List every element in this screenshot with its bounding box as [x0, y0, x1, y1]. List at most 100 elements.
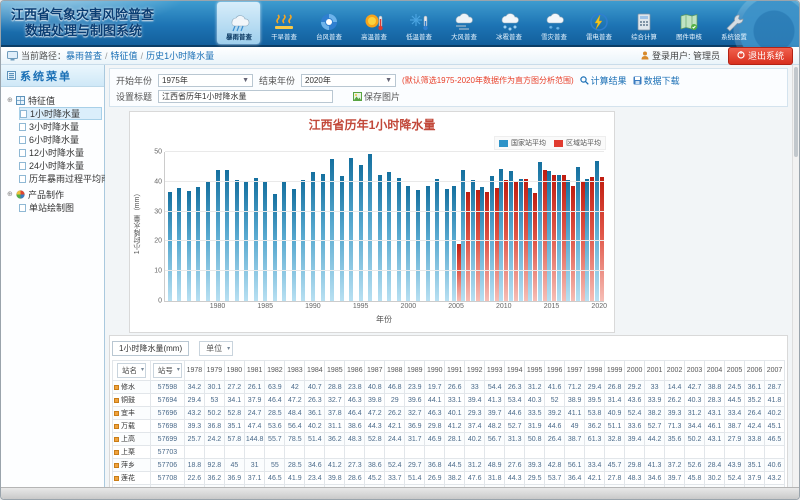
- national-bar-2014[interactable]: [538, 162, 542, 301]
- regional-bar-2020[interactable]: [600, 177, 604, 301]
- data-download-button[interactable]: 数据下载: [633, 74, 680, 87]
- national-bar-1987[interactable]: [282, 182, 286, 301]
- national-bar-1978[interactable]: [196, 187, 200, 301]
- table-row[interactable]: 铜鼓5769429.45334.137.946.447.226.332.746.…: [113, 394, 785, 407]
- national-bar-1996[interactable]: [368, 154, 372, 302]
- logout-button[interactable]: 退出系统: [728, 47, 793, 65]
- national-bar-1988[interactable]: [292, 189, 296, 301]
- nav-rainstorm[interactable]: 暴雨普查: [217, 2, 260, 44]
- national-bar-1998[interactable]: [387, 172, 391, 301]
- chart-title-input[interactable]: 江西省历年1小时降水量: [158, 90, 333, 103]
- table-row[interactable]: 莲花5770822.636.236.937.146.541.923.439.82…: [113, 472, 785, 485]
- tree-item-6小时降水量[interactable]: 6小时降水量: [19, 133, 102, 146]
- tree-item-24小时降水量[interactable]: 24小时降水量: [19, 159, 102, 172]
- national-bar-1979[interactable]: [206, 182, 210, 301]
- national-bar-2005[interactable]: [452, 186, 456, 301]
- tree-expander[interactable]: ⊕: [7, 96, 13, 104]
- tree-expander[interactable]: ⊕: [7, 190, 13, 198]
- value-cell: [285, 446, 305, 459]
- nav-gale[interactable]: 大风普查: [442, 2, 485, 44]
- value-cell: 26.2: [665, 394, 685, 407]
- tree-item-单站绘制图[interactable]: 单站绘制图: [19, 201, 102, 214]
- value-cell: 25.7: [184, 433, 204, 446]
- value-cell: 53: [204, 394, 224, 407]
- table-row[interactable]: 宜丰5769643.250.252.824.728.548.436.137.84…: [113, 407, 785, 420]
- tree-item-历年暴雨过程平均雨量[interactable]: 历年暴雨过程平均雨量: [19, 172, 102, 185]
- x-tick-label: 2015: [544, 303, 560, 310]
- station-name-filter[interactable]: 站名: [117, 363, 146, 378]
- national-bar-2010[interactable]: [499, 169, 503, 301]
- nav-hightemp[interactable]: 高温普查: [352, 2, 395, 44]
- unit-filter-select[interactable]: 单位: [199, 341, 233, 356]
- national-bar-2011[interactable]: [509, 171, 513, 301]
- year-column-header: 1985: [325, 361, 345, 381]
- national-bar-1975[interactable]: [168, 192, 172, 301]
- value-cell: 50.8: [525, 433, 545, 446]
- national-bar-2020[interactable]: [595, 161, 599, 301]
- table-row[interactable]: 宜春5776223.928.528.540.521.446.832.944.13…: [113, 485, 785, 488]
- tree-node-0[interactable]: ⊕特征值: [7, 93, 102, 107]
- tree-item-3小时降水量[interactable]: 3小时降水量: [19, 120, 102, 133]
- tree-item-1小时降水量[interactable]: 1小时降水量: [19, 107, 102, 120]
- national-bar-2002[interactable]: [426, 186, 430, 301]
- national-bar-1993[interactable]: [340, 176, 344, 301]
- national-bar-2000[interactable]: [406, 186, 410, 301]
- table-row[interactable]: 萍乡5770618.892.845315528.534.641.227.338.…: [113, 459, 785, 472]
- value-cell: 31.2: [685, 407, 705, 420]
- value-cell: 44.6: [505, 407, 525, 420]
- national-bar-1990[interactable]: [311, 172, 315, 301]
- national-bar-2006[interactable]: [461, 170, 465, 301]
- national-bar-1977[interactable]: [187, 191, 191, 301]
- nav-lowtemp[interactable]: 低温普查: [397, 2, 440, 44]
- national-bar-2009[interactable]: [490, 176, 494, 301]
- national-bar-2004[interactable]: [445, 189, 449, 301]
- national-bar-1981[interactable]: [225, 170, 229, 301]
- national-bar-1995[interactable]: [359, 165, 363, 301]
- start-year-select[interactable]: 1975年▼: [158, 74, 253, 87]
- national-bar-2008[interactable]: [480, 187, 484, 301]
- end-year-select[interactable]: 2020年▼: [301, 74, 396, 87]
- national-bar-2016[interactable]: [557, 175, 561, 301]
- table-row[interactable]: 修水5759834.230.127.226.163.94240.728.823.…: [113, 381, 785, 394]
- table-row[interactable]: 万载5769839.336.835.147.453.656.440.231.13…: [113, 420, 785, 433]
- national-bar-1985[interactable]: [263, 182, 267, 301]
- bar-group-2017: [566, 152, 576, 301]
- nav-hail[interactable]: 冰雹普查: [487, 2, 530, 44]
- bar-group-2014: [537, 152, 547, 301]
- scrollbar-thumb[interactable]: [794, 67, 798, 157]
- breadcrumb-link[interactable]: 历史1小时降水量: [146, 51, 214, 61]
- breadcrumb-link[interactable]: 暴雨普查: [66, 51, 102, 61]
- national-bar-2001[interactable]: [416, 190, 420, 301]
- table-row[interactable]: 上栗57703: [113, 446, 785, 459]
- breadcrumb-link[interactable]: 特征值: [111, 51, 138, 61]
- year-column-header: 1981: [244, 361, 265, 381]
- tree-item-12小时降水量[interactable]: 12小时降水量: [19, 146, 102, 159]
- national-bar-1980[interactable]: [216, 170, 220, 301]
- station-id-filter[interactable]: 站号: [153, 363, 182, 378]
- national-bar-1976[interactable]: [177, 188, 181, 301]
- nav-drought[interactable]: 干旱普查: [262, 2, 305, 44]
- value-cell: 38.9: [565, 394, 585, 407]
- tree-node-1[interactable]: ⊕产品制作: [7, 187, 102, 201]
- nav-snow[interactable]: 雪灾普查: [532, 2, 575, 44]
- calc-result-button[interactable]: 计算结果: [580, 74, 627, 87]
- table-row[interactable]: 上高5769925.724.257.8144.855.778.551.436.2…: [113, 433, 785, 446]
- value-cell: 28.6: [345, 472, 365, 485]
- nav-settings[interactable]: 系统设置: [712, 2, 755, 44]
- national-bar-2015[interactable]: [547, 171, 551, 301]
- breadcrumb[interactable]: 暴雨普查/特征值/历史1小时降水量: [66, 49, 214, 62]
- table-metric-tag[interactable]: 1小时降水量(mm): [112, 341, 189, 356]
- nav-typhoon[interactable]: 台风普查: [307, 2, 350, 44]
- value-cell: 23.8: [345, 381, 365, 394]
- nav-mapaudit[interactable]: 图件审核: [667, 2, 710, 44]
- save-image-button[interactable]: 保存图片: [353, 90, 400, 103]
- national-bar-2013[interactable]: [528, 188, 532, 301]
- national-bar-1991[interactable]: [321, 174, 325, 301]
- national-bar-1994[interactable]: [349, 158, 353, 301]
- page-vertical-scrollbar[interactable]: [792, 65, 799, 487]
- nav-calculator[interactable]: 综合计算: [622, 2, 665, 44]
- national-bar-1997[interactable]: [378, 175, 382, 301]
- national-bar-2018[interactable]: [576, 167, 580, 301]
- station-name: 莲花: [121, 475, 135, 482]
- nav-lightning[interactable]: 雷电普查: [577, 2, 620, 44]
